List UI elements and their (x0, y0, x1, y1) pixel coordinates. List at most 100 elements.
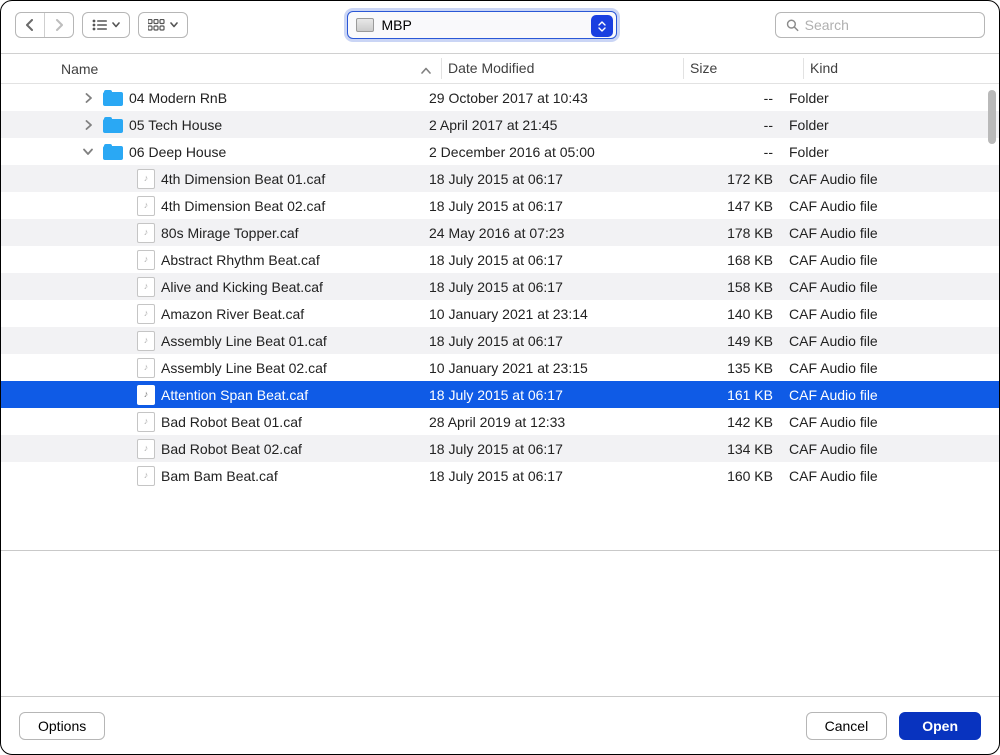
file-row[interactable]: ♪Assembly Line Beat 01.caf18 July 2015 a… (1, 327, 999, 354)
audio-file-icon: ♪ (137, 250, 155, 270)
row-name: 04 Modern RnB (129, 90, 227, 106)
cell-size: 147 KB (669, 198, 787, 214)
search-box[interactable] (775, 12, 985, 38)
scrollbar-thumb[interactable] (988, 90, 996, 144)
file-row[interactable]: ♪Amazon River Beat.caf10 January 2021 at… (1, 300, 999, 327)
file-row[interactable]: ♪Bam Bam Beat.caf18 July 2015 at 06:1716… (1, 462, 999, 489)
row-name: Attention Span Beat.caf (161, 387, 308, 403)
cell-name: ♪ Bad Robot Beat 01.caf (1, 412, 425, 432)
column-name-label: Name (61, 61, 98, 77)
row-name: Bad Robot Beat 01.caf (161, 414, 302, 430)
search-input[interactable] (805, 17, 974, 33)
cell-kind: CAF Audio file (787, 468, 969, 484)
cell-name: ♪Assembly Line Beat 02.caf (1, 358, 425, 378)
row-name: 80s Mirage Topper.caf (161, 225, 299, 241)
audio-file-icon: ♪ (137, 223, 155, 243)
cell-name: ♪Bam Bam Beat.caf (1, 466, 425, 486)
folder-row[interactable]: 06 Deep House2 December 2016 at 05:00--F… (1, 138, 999, 165)
cell-name: 06 Deep House (1, 144, 425, 160)
file-row[interactable]: ♪4th Dimension Beat 01.caf18 July 2015 a… (1, 165, 999, 192)
cell-kind: CAF Audio file (787, 279, 969, 295)
cell-name: ♪ Assembly Line Beat 01.caf (1, 331, 425, 351)
file-row[interactable]: ♪Bad Robot Beat 02.caf18 July 2015 at 06… (1, 435, 999, 462)
cell-size: 149 KB (669, 333, 787, 349)
audio-file-icon: ♪ (137, 304, 155, 324)
chevron-left-icon (25, 19, 35, 31)
open-button[interactable]: Open (899, 712, 981, 740)
file-list[interactable]: 04 Modern RnB29 October 2017 at 10:43--F… (1, 84, 999, 550)
sort-ascending-icon (421, 61, 431, 77)
chevron-right-icon[interactable] (85, 93, 93, 103)
chevron-down-icon (170, 22, 178, 28)
file-open-dialog: { "toolbar": { "location_label": "MBP", … (0, 0, 1000, 755)
file-row[interactable]: ♪Assembly Line Beat 02.caf10 January 202… (1, 354, 999, 381)
row-name: Bad Robot Beat 02.caf (161, 441, 302, 457)
cell-name: ♪Alive and Kicking Beat.caf (1, 277, 425, 297)
cell-kind: CAF Audio file (787, 414, 969, 430)
row-name: Assembly Line Beat 01.caf (161, 333, 327, 349)
view-list-button[interactable] (82, 12, 130, 38)
list-view-icon (92, 19, 108, 31)
file-row[interactable]: ♪ 80s Mirage Topper.caf 24 May 2016 at 07:… (1, 219, 999, 246)
file-row[interactable]: ♪Alive and Kicking Beat.caf18 July 2015 … (1, 273, 999, 300)
cell-name: 04 Modern RnB (1, 90, 425, 106)
row-name: Abstract Rhythm Beat.caf (161, 252, 320, 268)
chevron-down-icon (112, 22, 120, 28)
column-date[interactable]: Date Modified (441, 58, 683, 78)
cell-kind: CAF Audio file (787, 198, 969, 214)
cell-size: 168 KB (669, 252, 787, 268)
chevron-down-icon[interactable] (83, 148, 93, 156)
file-row[interactable]: ♪ 4th Dimension Beat 02.caf 18 July 2015 a… (1, 192, 999, 219)
file-row[interactable]: ♪Bad Robot Beat 01.caf28 April 2019 at 1… (1, 408, 999, 435)
column-name[interactable]: Name (1, 61, 441, 77)
options-button[interactable]: Options (19, 712, 105, 740)
chevron-right-icon[interactable] (85, 120, 93, 130)
cell-size: 158 KB (669, 279, 787, 295)
cell-date: 24 May 2016 at 07:23 (425, 225, 669, 241)
cancel-button[interactable]: Cancel (806, 712, 888, 740)
cell-size: 135 KB (669, 360, 787, 376)
cell-name: ♪ Bad Robot Beat 02.caf (1, 439, 425, 459)
audio-file-icon: ♪ (137, 196, 155, 216)
cell-kind: CAF Audio file (787, 441, 969, 457)
folder-row[interactable]: 04 Modern RnB29 October 2017 at 10:43--F… (1, 84, 999, 111)
cell-name: ♪4th Dimension Beat 01.caf (1, 169, 425, 189)
cell-kind: Folder (787, 90, 969, 106)
view-group-button[interactable] (138, 12, 188, 38)
cell-date: 18 July 2015 at 06:17 (425, 198, 669, 214)
file-row[interactable]: ♪Abstract Rhythm Beat.caf18 July 2015 at… (1, 246, 999, 273)
cell-size: -- (669, 144, 787, 160)
audio-file-icon: ♪ (137, 385, 155, 405)
back-button[interactable] (16, 13, 44, 37)
forward-button[interactable] (44, 13, 73, 37)
cell-size: 178 KB (669, 225, 787, 241)
cell-kind: CAF Audio file (787, 360, 969, 376)
column-size[interactable]: Size (683, 58, 803, 78)
cell-date: 2 December 2016 at 05:00 (425, 144, 669, 160)
location-select[interactable]: MBP (347, 11, 617, 39)
column-date-label: Date Modified (448, 60, 534, 76)
chevron-right-icon (54, 19, 64, 31)
column-kind[interactable]: Kind (803, 58, 999, 78)
row-name: 4th Dimension Beat 02.caf (161, 198, 325, 214)
disk-icon (356, 18, 374, 32)
audio-file-icon: ♪ (137, 169, 155, 189)
file-row[interactable]: ♪Attention Span Beat.caf18 July 2015 at … (1, 381, 999, 408)
audio-file-icon: ♪ (137, 412, 155, 432)
cell-kind: CAF Audio file (787, 252, 969, 268)
folder-row[interactable]: 05 Tech House2 April 2017 at 21:45--Fold… (1, 111, 999, 138)
cell-date: 18 July 2015 at 06:17 (425, 279, 669, 295)
search-icon (786, 18, 799, 32)
audio-file-icon: ♪ (137, 439, 155, 459)
cell-name: ♪ 80s Mirage Topper.caf (1, 223, 425, 243)
location-updown (591, 15, 613, 37)
row-name: Alive and Kicking Beat.caf (161, 279, 323, 295)
grid-group-icon (148, 19, 166, 31)
column-kind-label: Kind (810, 60, 838, 76)
cell-kind: CAF Audio file (787, 306, 969, 322)
cell-date: 18 July 2015 at 06:17 (425, 468, 669, 484)
cell-kind: CAF Audio file (787, 171, 969, 187)
cell-size: 134 KB (669, 441, 787, 457)
cell-size: 160 KB (669, 468, 787, 484)
audio-file-icon: ♪ (137, 331, 155, 351)
